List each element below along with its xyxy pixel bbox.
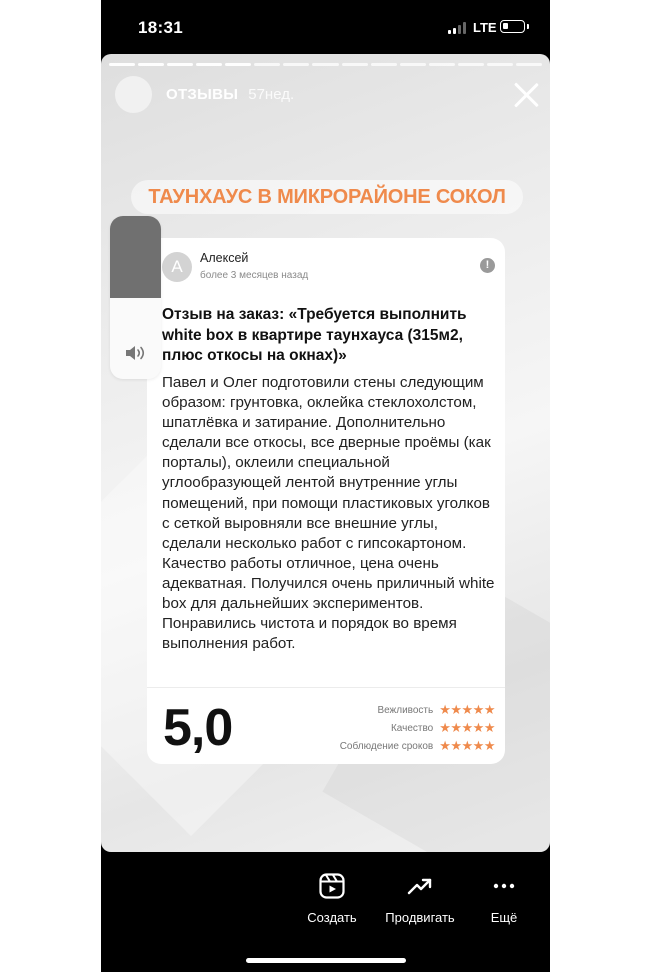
network-label: LTE: [473, 20, 497, 35]
star-rating-icon: ★★★★★: [439, 702, 495, 717]
create-label: Создать: [307, 910, 357, 925]
rating-label: Вежливость: [377, 704, 434, 716]
divider: [147, 687, 505, 688]
story-account-name[interactable]: ОТЗЫВЫ: [166, 86, 238, 103]
volume-level-fill: [110, 216, 161, 298]
story-time: 57нед.: [248, 85, 295, 103]
story-header[interactable]: ОТЗЫВЫ 57нед.: [115, 75, 295, 113]
phone-screen: 18:31 LTE ОТЗЫВЫ 57нед. ТАУНХАУС В МИКРО…: [101, 0, 550, 972]
review-title: Отзыв на заказ: «Требуется выполнить whi…: [162, 306, 467, 364]
alert-icon: !: [480, 258, 495, 273]
story-headline: ТАУНХАУС В МИКРОРАЙОНЕ СОКОЛ: [131, 180, 523, 214]
review-avatar: А: [162, 252, 192, 282]
promote-label: Продвигать: [385, 910, 455, 925]
rating-label: Качество: [390, 722, 434, 734]
reels-create-icon: [319, 873, 345, 899]
more-label: Ещё: [490, 910, 518, 925]
story-card[interactable]: ОТЗЫВЫ 57нед. ТАУНХАУС В МИКРОРАЙОНЕ СОК…: [101, 54, 550, 852]
review-score: 5,0: [163, 699, 233, 757]
story-progress-bar: [109, 63, 542, 66]
close-icon[interactable]: [513, 82, 539, 108]
rating-label: Соблюдение сроков: [339, 740, 434, 752]
rating-row: Соблюдение сроков ★★★★★: [339, 737, 496, 755]
review-author: Алексей: [200, 251, 249, 265]
promote-button[interactable]: Продвигать: [375, 872, 465, 925]
status-time: 18:31: [138, 18, 183, 37]
battery-icon: [500, 20, 529, 33]
more-dots-icon: [493, 883, 515, 889]
rating-row: Вежливость ★★★★★: [340, 701, 495, 719]
review-card: А Алексей более 3 месяцев назад ! Отзыв …: [147, 238, 505, 764]
volume-slider[interactable]: [110, 216, 161, 379]
review-body: Павел и Олег подготовили стены следующим…: [162, 374, 495, 653]
rating-row: Качество ★★★★★: [340, 719, 496, 737]
trending-up-icon: [407, 878, 432, 895]
avatar[interactable]: [115, 75, 152, 113]
create-button[interactable]: Создать: [287, 872, 377, 925]
rating-list: Вежливость ★★★★★ Качество ★★★★★ Соблюден…: [339, 701, 496, 755]
signal-icon: [448, 22, 466, 34]
review-date: более 3 месяцев назад: [200, 270, 309, 281]
home-indicator[interactable]: [246, 958, 406, 963]
more-button[interactable]: Ещё: [459, 872, 549, 925]
star-rating-icon: ★★★★★: [439, 720, 495, 735]
star-rating-icon: ★★★★★: [439, 738, 495, 753]
speaker-icon: [126, 346, 145, 360]
